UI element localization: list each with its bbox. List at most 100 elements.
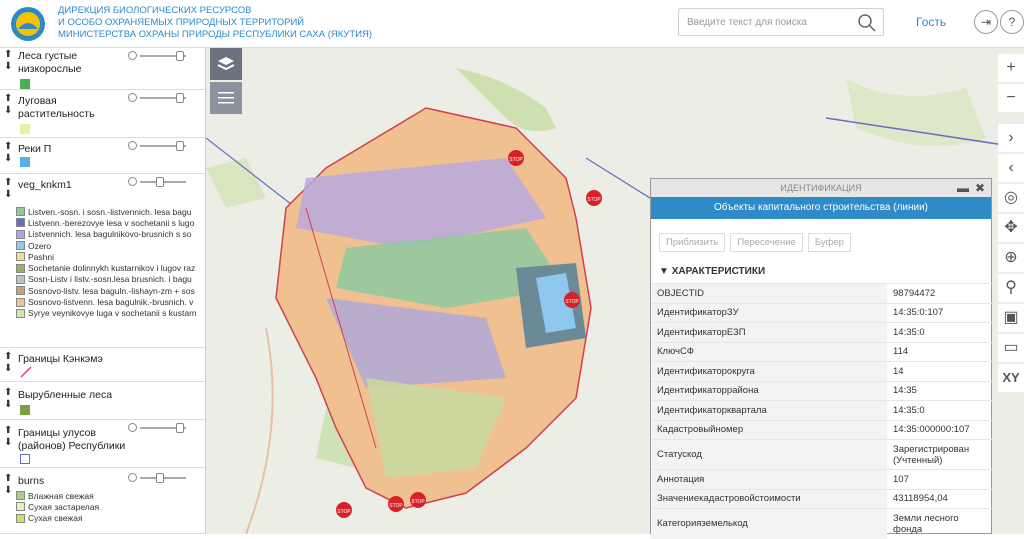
visibility-icon (128, 473, 137, 482)
layer-name: Реки П (18, 143, 52, 155)
layer-name: Вырубленные леса (18, 389, 113, 401)
panel-actions: Приблизить Пересечение Буфер (651, 219, 991, 260)
layer-name: burns (18, 475, 45, 487)
arrow-down-icon[interactable]: ⬇ (4, 190, 12, 200)
arrow-up-icon[interactable]: ⬆ (4, 474, 12, 484)
intersect-button[interactable]: Пересечение (730, 233, 803, 252)
layer-item[interactable]: ⬆ ⬇ Вырубленные леса (0, 382, 205, 420)
arrow-down-icon[interactable]: ⬇ (4, 486, 12, 496)
section-header[interactable]: ▼ ХАРАКТЕРИСТИКИ (651, 260, 991, 283)
opacity-slider[interactable] (128, 473, 190, 483)
layer-swatch (20, 79, 30, 89)
help-icon[interactable]: ? (1000, 10, 1024, 34)
zoom-to-button[interactable]: Приблизить (659, 233, 726, 252)
table-row: OBJECTID 98794472 (651, 283, 993, 303)
arrow-down-icon[interactable]: ⬇ (4, 400, 12, 410)
magnifier-icon[interactable]: ⚲ (998, 274, 1024, 302)
stop-sign: STOP (388, 496, 404, 512)
user-link[interactable]: Гость (916, 15, 946, 29)
minimize-icon[interactable]: ▬ (957, 179, 969, 197)
opacity-slider[interactable] (128, 51, 190, 61)
table-row: Кадастровыйномер 14:35:000000:107 (651, 419, 993, 440)
arrow-up-icon[interactable]: ⬆ (4, 94, 12, 104)
layer-swatch (20, 454, 30, 464)
globe-icon[interactable]: ◎ (998, 184, 1024, 212)
search-input[interactable]: Введите текст для поиска (678, 8, 884, 36)
svg-text:STOP: STOP (337, 509, 351, 515)
layers-button[interactable] (210, 48, 242, 80)
chevron-left-icon[interactable]: ‹ (998, 154, 1024, 182)
arrow-down-icon[interactable]: ⬇ (4, 364, 12, 374)
arrow-up-icon[interactable]: ⬆ (4, 178, 12, 188)
layer-item[interactable]: ⬆ ⬇ Границы Кэнкэмэ (0, 348, 205, 382)
layer-name: veg_knkm1 (18, 179, 72, 191)
legend-item: Сухая свежая (16, 513, 196, 524)
buffer-button[interactable]: Буфер (807, 233, 851, 252)
line-symbol (20, 366, 32, 378)
arrow-up-icon[interactable]: ⬆ (4, 50, 12, 60)
table-row: КлючСФ 114 (651, 341, 993, 362)
layer-item[interactable]: ⬆ ⬇ Реки П (0, 138, 205, 174)
opacity-slider[interactable] (128, 423, 190, 433)
layer-item[interactable]: ⬆ ⬇ veg_knkm1 Listven.-sosn. i sosn.-lis… (0, 174, 205, 348)
arrow-up-icon[interactable]: ⬆ (4, 426, 12, 436)
app-header: Дирекция биологических ресурсов и особо … (0, 0, 1024, 48)
arrow-down-icon[interactable]: ⬇ (4, 154, 12, 164)
visibility-icon (128, 51, 137, 60)
zoom-in-icon[interactable]: + (998, 54, 1024, 82)
layer-swatch (20, 157, 30, 167)
svg-text:STOP: STOP (411, 499, 425, 505)
opacity-slider[interactable] (128, 93, 190, 103)
legend-item: Сухая застарелая (16, 501, 196, 512)
map-toolbar (210, 48, 242, 116)
table-row: Статускод Зарегистрирован (Учтенный) (651, 439, 993, 470)
visibility-icon (128, 93, 137, 102)
xy-coordinates-button[interactable]: XY (998, 364, 1024, 392)
legend-item: Sosn-Listv i listv.-sosn.lesa brusnich. … (16, 274, 196, 285)
layers-icon (217, 57, 235, 71)
arrow-up-icon[interactable]: ⬆ (4, 388, 12, 398)
visibility-icon (128, 423, 137, 432)
legend-item: Влажная свежая (16, 490, 196, 501)
arrow-down-icon[interactable]: ⬇ (4, 106, 12, 116)
logo (11, 7, 45, 41)
visibility-icon (128, 177, 137, 186)
zoom-out-icon[interactable]: − (998, 84, 1024, 112)
org-name: Дирекция биологических ресурсов и особо … (58, 5, 373, 40)
legend-item: Pashni (16, 251, 196, 262)
move-icon[interactable]: ✥ (998, 214, 1024, 242)
layer-list: ⬆ ⬇ Леса густые низкорослые ⬆ ⬇ Луговая … (0, 48, 206, 534)
close-icon[interactable]: ✖ (975, 179, 985, 197)
layer-item[interactable]: ⬆ ⬇ Границы улусов (районов) Республики (0, 420, 205, 468)
table-row: Аннотация 107 (651, 469, 993, 489)
arrow-down-icon[interactable]: ⬇ (4, 62, 12, 72)
stop-sign: STOP (336, 502, 352, 518)
table-row: Идентификаторокруга 14 (651, 361, 993, 381)
legend-item: Listvenn.-berezovye lesa v sochetanii s … (16, 217, 196, 228)
arrow-up-icon[interactable]: ⬆ (4, 352, 12, 362)
legend-item: Sosnovo-listvenn. lesa bagulnik.-brusnic… (16, 296, 196, 307)
layer-item[interactable]: ⬆ ⬇ burns Влажная свежая Сухая застарела… (0, 468, 205, 534)
ruler-icon[interactable]: ▭ (998, 334, 1024, 362)
legend-item: Syrye veynikovye luga v sochetanii s kus… (16, 308, 196, 319)
layer-name: Границы Кэнкэмэ (18, 353, 103, 365)
opacity-slider[interactable] (128, 141, 190, 151)
table-row: Идентификаторрайона 14:35 (651, 380, 993, 401)
opacity-slider[interactable] (128, 177, 190, 187)
layer-name: Луговая растительность (18, 95, 95, 120)
attributes-table: OBJECTID 98794472 ИдентификаторЗУ 14:35:0:… (651, 283, 993, 539)
arrow-down-icon[interactable]: ⬇ (4, 438, 12, 448)
layer-item[interactable]: ⬆ ⬇ Леса густые низкорослые (0, 48, 205, 90)
select-area-icon[interactable]: ▣ (998, 304, 1024, 332)
search-icon[interactable] (857, 13, 877, 33)
layer-item[interactable]: ⬆ ⬇ Луговая растительность (0, 90, 205, 138)
svg-text:STOP: STOP (389, 503, 403, 509)
stop-sign: STOP (508, 150, 524, 166)
login-icon[interactable]: ⇥ (974, 10, 998, 34)
legend-item: Listvennich. lesa bagulnikovo-brusnich s… (16, 229, 196, 240)
legend-button[interactable] (210, 82, 242, 114)
arrow-up-icon[interactable]: ⬆ (4, 142, 12, 152)
zoom-search-icon[interactable]: ⊕ (998, 244, 1024, 272)
table-row: ИдентификаторЗУ 14:35:0:107 (651, 302, 993, 323)
chevron-right-icon[interactable]: › (998, 124, 1024, 152)
